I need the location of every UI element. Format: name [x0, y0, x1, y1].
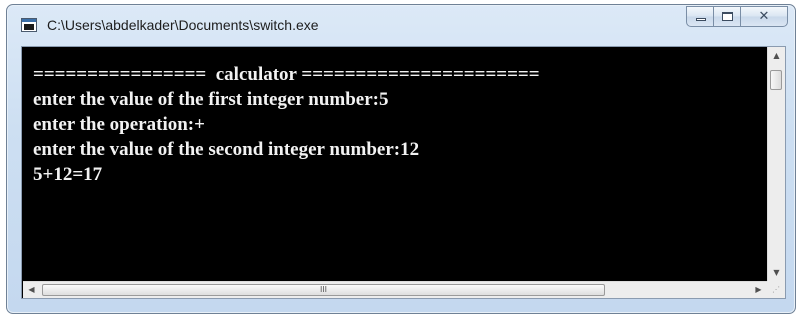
console-line-second-number: enter the value of the second integer nu… [33, 139, 420, 160]
console-line-header: ================ calculator ============… [33, 64, 540, 85]
console-window: C:\Users\abdelkader\Documents\switch.exe… [6, 4, 796, 314]
close-icon: ✕ [758, 9, 770, 24]
vertical-scroll-thumb[interactable] [770, 70, 782, 90]
maximize-button[interactable] [714, 6, 741, 27]
caption-buttons: ✕ [686, 6, 788, 28]
title-bar[interactable]: C:\Users\abdelkader\Documents\switch.exe… [7, 5, 795, 45]
console-line-first-number: enter the value of the first integer num… [33, 89, 389, 110]
console-app-icon[interactable] [21, 18, 37, 32]
scroll-up-icon[interactable]: ▲ [768, 47, 785, 64]
size-grip-icon[interactable]: ⋰ [767, 281, 785, 298]
horizontal-scrollbar[interactable]: ◀ III ▶ [23, 281, 767, 298]
scroll-right-icon[interactable]: ▶ [750, 282, 767, 298]
close-button[interactable]: ✕ [741, 6, 788, 27]
console-client-area: ================ calculator ============… [21, 46, 786, 299]
scroll-down-icon[interactable]: ▼ [768, 264, 785, 281]
horizontal-scroll-thumb[interactable]: III [42, 284, 605, 296]
scroll-left-icon[interactable]: ◀ [23, 282, 40, 298]
minimize-button[interactable] [686, 6, 714, 27]
vertical-scrollbar[interactable]: ▲ ▼ [767, 47, 785, 281]
window-title: C:\Users\abdelkader\Documents\switch.exe [47, 17, 319, 33]
minimize-icon [687, 7, 713, 26]
console-output[interactable]: ================ calculator ============… [23, 48, 767, 282]
console-line-result: 5+12=17 [33, 164, 103, 185]
maximize-icon [714, 7, 740, 26]
console-line-operation: enter the operation:+ [33, 114, 205, 135]
